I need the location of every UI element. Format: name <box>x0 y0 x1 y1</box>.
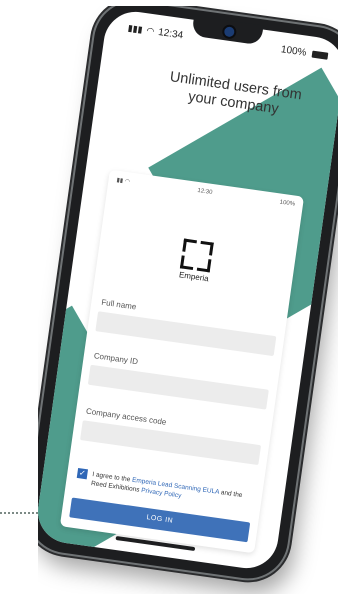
status-time: 12:34 <box>157 26 184 42</box>
camera-icon <box>221 23 238 40</box>
inner-battery: 100% <box>279 199 296 208</box>
signal-icon: ▮▮▮ <box>127 22 144 35</box>
login-screen-card: ▮▮ ◠ 12:30 100% Emperia Full name Compan… <box>59 169 305 554</box>
battery-icon <box>311 50 329 60</box>
access-code-field[interactable] <box>80 420 262 466</box>
full-name-label: Full name <box>100 297 137 312</box>
company-id-field[interactable] <box>87 364 269 410</box>
logo-brackets-icon <box>179 238 214 273</box>
full-name-field[interactable] <box>95 311 277 357</box>
phone-frame-wrapper: ▮▮▮ ◠ 12:34 100% Unlimited users from yo… <box>38 6 338 594</box>
company-id-label: Company ID <box>93 351 139 367</box>
agree-checkbox[interactable]: ✓ <box>76 468 89 480</box>
emperia-logo: Emperia <box>173 238 218 284</box>
headline: Unlimited users from your company <box>168 69 303 118</box>
inner-signal-icon: ▮▮ ◠ <box>116 177 131 186</box>
phone-device: ▮▮▮ ◠ 12:34 100% Unlimited users from yo… <box>38 6 338 584</box>
wifi-icon: ◠ <box>145 25 156 37</box>
inner-status-time: 12:30 <box>196 187 213 196</box>
battery-percent: 100% <box>280 44 308 59</box>
phone-screen: ▮▮▮ ◠ 12:34 100% Unlimited users from yo… <box>38 7 338 573</box>
